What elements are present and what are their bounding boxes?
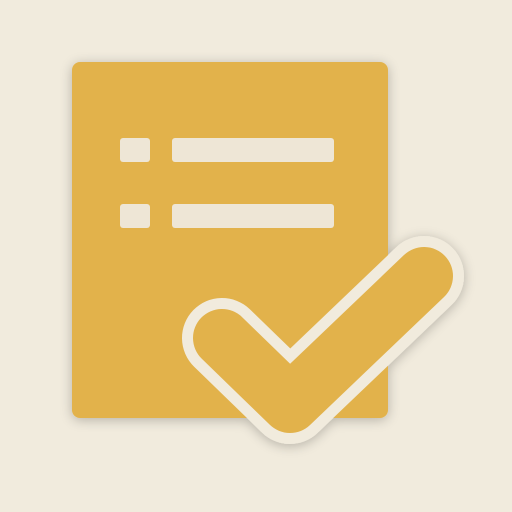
icon-canvas bbox=[0, 0, 512, 512]
checklist-document-icon bbox=[72, 62, 464, 444]
list-line-1 bbox=[172, 138, 334, 162]
list-line-2 bbox=[172, 204, 334, 228]
list-bullet-1 bbox=[120, 138, 150, 162]
list-bullet-2 bbox=[120, 204, 150, 228]
